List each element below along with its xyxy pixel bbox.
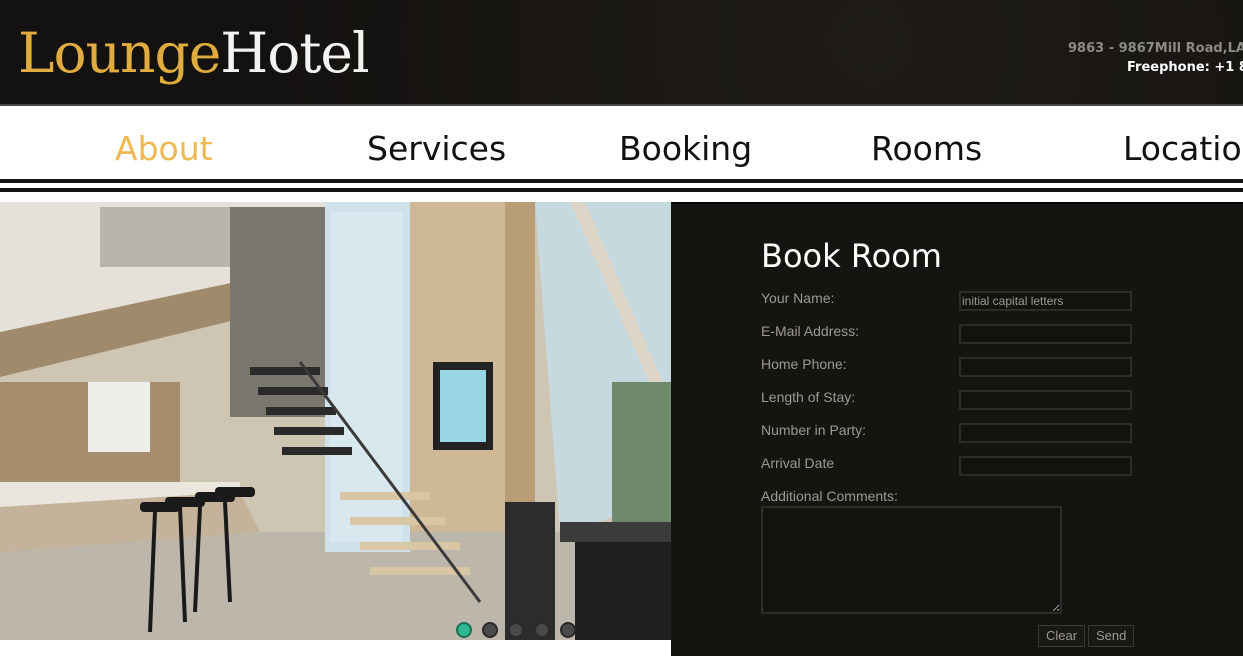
hero-slider[interactable] xyxy=(0,202,671,640)
slider-dot[interactable] xyxy=(560,622,576,638)
arrival-date-label: Arrival Date xyxy=(761,455,835,471)
contact-phone: Freephone: +1 8 xyxy=(1127,60,1243,75)
contact-address: 9863 - 9867Mill Road,LA, xyxy=(1068,41,1243,56)
phone-input[interactable] xyxy=(959,357,1132,377)
length-of-stay-input[interactable] xyxy=(959,390,1132,410)
comments-textarea[interactable] xyxy=(761,506,1062,614)
contact-info: 9863 - 9867Mill Road,LA, Freephone: +1 8 xyxy=(1068,39,1243,77)
nav-about[interactable]: About xyxy=(115,129,213,168)
name-label: Your Name: xyxy=(761,290,835,306)
main-navigation: About Services Booking Rooms Location xyxy=(0,104,1243,192)
slider-dot[interactable] xyxy=(482,622,498,638)
logo-text-lounge: Lounge xyxy=(18,21,221,85)
slider-dot[interactable] xyxy=(508,622,524,638)
slide-image xyxy=(0,202,671,640)
slider-pagination xyxy=(456,622,576,638)
length-of-stay-label: Length of Stay: xyxy=(761,389,856,405)
nav-services[interactable]: Services xyxy=(367,129,506,168)
nav-booking[interactable]: Booking xyxy=(619,129,752,168)
name-input[interactable] xyxy=(959,291,1132,311)
comments-label: Additional Comments: xyxy=(761,488,898,504)
form-title: Book Room xyxy=(761,237,942,275)
email-label: E-Mail Address: xyxy=(761,323,860,339)
party-size-input[interactable] xyxy=(959,423,1132,443)
hotel-logo[interactable]: LoungeHotel xyxy=(18,26,370,81)
nav-divider xyxy=(0,188,1243,192)
logo-text-hotel: Hotel xyxy=(220,21,369,85)
send-button[interactable]: Send xyxy=(1088,625,1135,647)
party-size-label: Number in Party: xyxy=(761,422,867,438)
slider-dot[interactable] xyxy=(456,622,472,638)
nav-rooms[interactable]: Rooms xyxy=(871,129,982,168)
nav-divider xyxy=(0,179,1243,183)
arrival-date-input[interactable] xyxy=(959,456,1132,476)
nav-location[interactable]: Location xyxy=(1123,129,1243,168)
phone-label: Home Phone: xyxy=(761,356,847,372)
clear-button[interactable]: Clear xyxy=(1038,625,1086,647)
slider-dot[interactable] xyxy=(534,622,550,638)
site-header: LoungeHotel 9863 - 9867Mill Road,LA, Fre… xyxy=(0,0,1243,104)
booking-form: Book Room Your Name: E-Mail Address: Hom… xyxy=(671,202,1243,656)
email-input[interactable] xyxy=(959,324,1132,344)
